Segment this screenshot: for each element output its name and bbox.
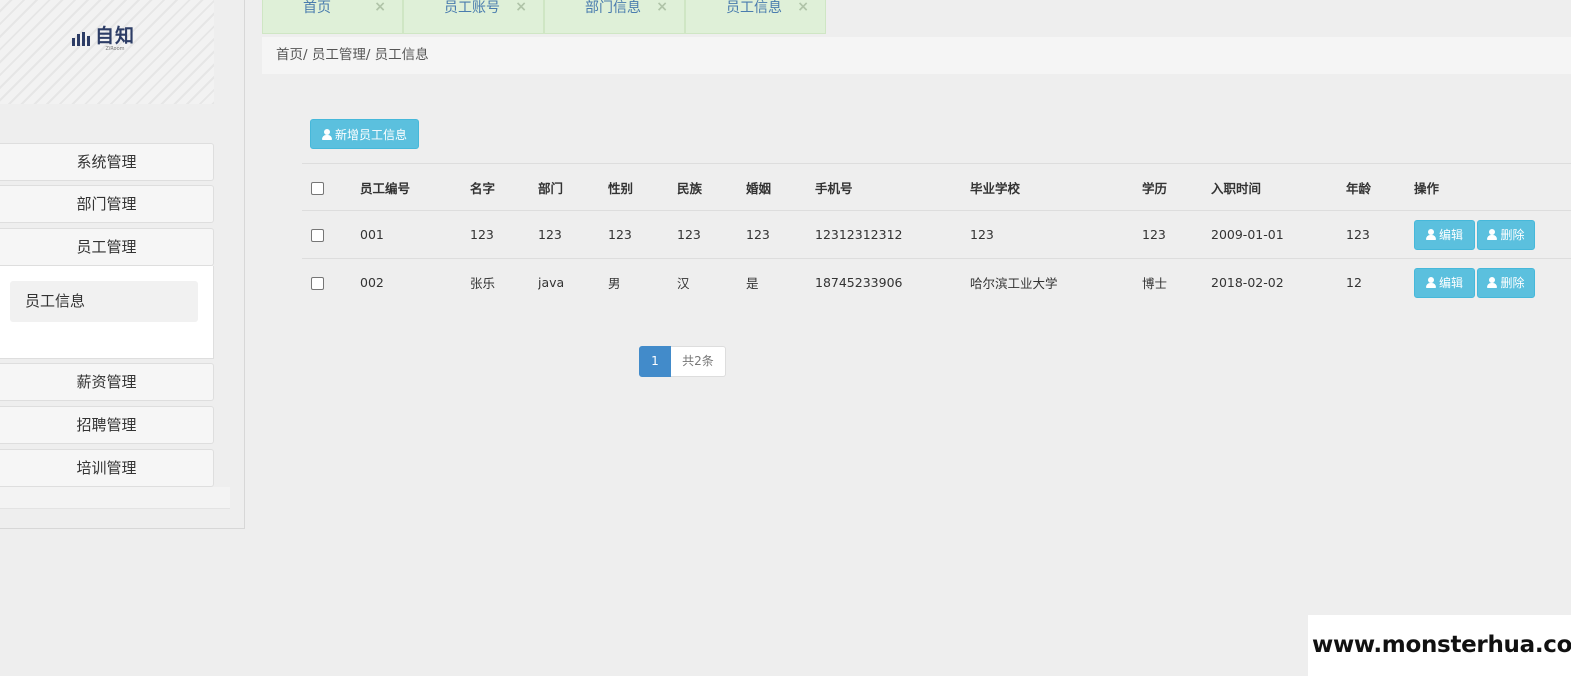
col-header-age: 年龄 xyxy=(1346,180,1372,196)
col-header-hire-date: 入职时间 xyxy=(1211,180,1262,196)
breadcrumb-bar: 首页/ 员工管理/ 员工信息 xyxy=(262,37,1571,74)
row-checkbox[interactable] xyxy=(311,229,324,242)
logo-text: 自知 xyxy=(95,25,136,47)
cell-gender: 123 xyxy=(608,227,632,242)
user-icon xyxy=(1487,229,1498,240)
edit-button[interactable]: 编辑 xyxy=(1414,267,1475,298)
tab-bar: 首页 × 员工账号 × 部门信息 × 员工信息 × xyxy=(262,0,826,34)
cell-actions: 编辑 删除 xyxy=(1414,211,1571,259)
table-row: 002 张乐 java 男 汉 是 18745233906 哈尔滨工业大学 博士… xyxy=(302,259,1571,307)
tab-label: 首页 xyxy=(303,0,331,16)
row-select-cell xyxy=(302,211,360,259)
edit-button[interactable]: 编辑 xyxy=(1414,219,1475,250)
cell-hire-date: 2009-01-01 xyxy=(1211,227,1284,242)
cell-name: 张乐 xyxy=(470,276,496,292)
col-header-name: 名字 xyxy=(470,180,496,196)
cell-age: 12 xyxy=(1346,275,1362,291)
menu-sub-panel-employee: 员工信息 xyxy=(0,266,214,359)
cell-id: 002 xyxy=(360,275,384,291)
tab-label: 员工账号 xyxy=(444,0,500,16)
delete-button[interactable]: 删除 xyxy=(1477,267,1535,298)
tab-employee-info[interactable]: 员工信息 × xyxy=(685,0,826,34)
cell-education: 博士 xyxy=(1142,276,1168,292)
menu-group-department[interactable]: 部门管理 xyxy=(0,185,214,223)
col-header-ethnicity: 民族 xyxy=(677,180,703,196)
user-icon xyxy=(1425,229,1436,240)
table-header-row: 员工编号 名字 部门 性别 民族 婚姻 手机号 毕业学校 学历 入职时间 年龄 … xyxy=(302,163,1571,211)
employee-table-wrap: 员工编号 名字 部门 性别 民族 婚姻 手机号 毕业学校 学历 入职时间 年龄 … xyxy=(302,163,1571,307)
menu-group-training[interactable]: 培训管理 xyxy=(0,449,214,487)
cell-phone: 12312312312 xyxy=(815,227,903,242)
delete-button[interactable]: 删除 xyxy=(1477,219,1535,250)
cell-ethnicity: 汉 xyxy=(677,276,690,292)
menu-group-employee[interactable]: 员工管理 xyxy=(0,228,214,266)
pagination-total: 共2条 xyxy=(671,346,726,377)
menu-group-salary[interactable]: 薪资管理 xyxy=(0,363,214,401)
cell-dept: 123 xyxy=(538,227,562,242)
watermark: www.monsterhua.com xyxy=(1308,615,1571,676)
tab-home[interactable]: 首页 × xyxy=(262,0,403,34)
col-header-phone: 手机号 xyxy=(815,180,853,196)
row-select-cell xyxy=(302,259,360,307)
col-header-id: 员工编号 xyxy=(360,180,411,196)
delete-label: 删除 xyxy=(1500,276,1525,291)
sidebar-footer xyxy=(0,487,230,509)
menu-group-recruitment[interactable]: 招聘管理 xyxy=(0,406,214,444)
col-header-dept: 部门 xyxy=(538,180,564,196)
cell-phone: 18745233906 xyxy=(815,275,903,291)
close-icon[interactable]: × xyxy=(374,0,386,15)
cell-marital: 123 xyxy=(746,227,770,242)
logo-bars-icon xyxy=(72,32,90,46)
logo-area: 自知 ZiRoom xyxy=(0,0,214,104)
logo: 自知 ZiRoom xyxy=(72,24,135,54)
cell-school: 123 xyxy=(970,227,994,242)
tab-employee-account[interactable]: 员工账号 × xyxy=(403,0,544,34)
cell-actions: 编辑 删除 xyxy=(1414,259,1571,307)
cell-name: 123 xyxy=(470,227,494,242)
delete-label: 删除 xyxy=(1500,228,1525,242)
tab-department-info[interactable]: 部门信息 × xyxy=(544,0,685,34)
select-all-cell xyxy=(302,164,360,211)
sidebar-item-employee-info[interactable]: 员工信息 xyxy=(10,281,198,322)
tab-label: 员工信息 xyxy=(726,0,782,16)
breadcrumb: 首页/ 员工管理/ 员工信息 xyxy=(276,47,429,63)
row-checkbox[interactable] xyxy=(311,277,324,291)
col-header-education: 学历 xyxy=(1142,180,1168,196)
add-employee-button[interactable]: 新增员工信息 xyxy=(310,119,419,149)
close-icon[interactable]: × xyxy=(797,0,809,15)
user-icon xyxy=(1487,277,1498,289)
col-header-actions: 操作 xyxy=(1414,180,1440,196)
add-employee-label: 新增员工信息 xyxy=(334,127,407,142)
cell-marital: 是 xyxy=(746,276,759,292)
cell-school: 哈尔滨工业大学 xyxy=(970,276,1058,292)
sidebar: 自知 ZiRoom 系统管理 部门管理 员工管理 员工信息 薪资管理 招聘管理 … xyxy=(0,0,245,529)
tab-label: 部门信息 xyxy=(585,0,641,16)
logo-subtext: ZiRoom xyxy=(105,46,125,52)
col-header-gender: 性别 xyxy=(608,180,634,196)
user-icon xyxy=(321,128,332,140)
close-icon[interactable]: × xyxy=(515,0,527,15)
cell-education: 123 xyxy=(1142,227,1166,242)
user-icon xyxy=(1425,277,1436,289)
col-header-marital: 婚姻 xyxy=(746,180,772,196)
cell-id: 001 xyxy=(360,227,384,242)
cell-ethnicity: 123 xyxy=(677,227,701,242)
page-button-current[interactable]: 1 xyxy=(639,346,671,377)
close-icon[interactable]: × xyxy=(656,0,668,15)
cell-age: 123 xyxy=(1346,227,1370,242)
menu-group-system[interactable]: 系统管理 xyxy=(0,143,214,181)
cell-dept: java xyxy=(538,275,565,291)
col-header-school: 毕业学校 xyxy=(970,180,1021,196)
select-all-checkbox[interactable] xyxy=(311,181,324,195)
cell-hire-date: 2018-02-02 xyxy=(1211,275,1284,291)
edit-label: 编辑 xyxy=(1438,228,1463,242)
employee-table: 员工编号 名字 部门 性别 民族 婚姻 手机号 毕业学校 学历 入职时间 年龄 … xyxy=(302,163,1571,307)
table-row: 001 123 123 123 123 123 12312312312 123 … xyxy=(302,211,1571,259)
edit-label: 编辑 xyxy=(1438,276,1463,291)
pagination: 1 共2条 xyxy=(639,346,726,377)
cell-gender: 男 xyxy=(608,276,621,292)
